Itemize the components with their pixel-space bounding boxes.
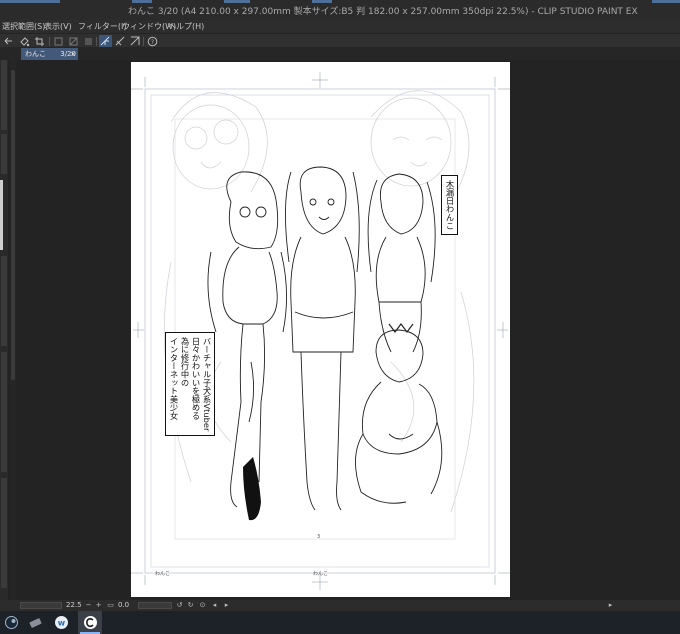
toolbar-divider: [96, 37, 97, 46]
speech-box-name[interactable]: 木漏日わんこ: [441, 175, 458, 235]
title-accent: [652, 0, 680, 3]
speech-line: バーチャル子犬系Vtuber: [202, 337, 212, 432]
next-page-icon[interactable]: ▸: [606, 601, 615, 610]
page-number: 3: [317, 534, 321, 540]
panel-scrollbar[interactable]: [10, 60, 16, 600]
clip-studio-icon[interactable]: [83, 615, 98, 630]
rotate-right-icon[interactable]: ↻: [186, 601, 195, 610]
zoom-in-icon[interactable]: +: [94, 601, 103, 610]
os-taskbar: w: [0, 611, 680, 634]
speech-line: インターネット美少女: [169, 337, 179, 420]
left-dock: [0, 60, 8, 600]
toolbar-divider: [143, 37, 144, 46]
document-tab-strip: わんこ 3/20 ×: [0, 47, 680, 60]
menu-bar: 選択範囲(S) 表示(V) フィルター(I) ウィンドウ(W) ヘルプ(H): [0, 20, 680, 33]
document-tab[interactable]: わんこ 3/20 ×: [21, 48, 78, 60]
dock-section[interactable]: [1, 352, 7, 472]
special-ruler-snap-icon[interactable]: [114, 35, 127, 47]
menu-selection[interactable]: 選択範囲(S): [2, 21, 45, 32]
speech-line: 木漏日わんこ: [445, 180, 455, 230]
page-artwork: [131, 72, 510, 590]
speech-line: 為に修行中の: [180, 337, 190, 387]
menu-help[interactable]: ヘルプ(H): [168, 21, 204, 32]
menu-view[interactable]: 表示(V): [44, 21, 72, 32]
command-bar: ?: [0, 33, 680, 47]
svg-text:?: ?: [151, 39, 154, 46]
window-title: わんこ 3/20 (A4 210.00 x 297.00mm 製本サイズ:B5 …: [128, 7, 638, 17]
dock-section[interactable]: [1, 256, 7, 346]
scrollbar-thumb[interactable]: [11, 70, 15, 380]
title-accent: [0, 0, 60, 3]
dock-section[interactable]: [1, 134, 7, 174]
footer-label-left: わんこ: [155, 571, 171, 577]
document-tab-name: わんこ: [25, 50, 46, 58]
undo-icon[interactable]: [2, 35, 15, 47]
status-bar: 22.5 − + ▭ 0.0 ↺ ↻ ⊙ ◂ ▸ ▸: [0, 600, 680, 611]
ruler-snap-icon[interactable]: [99, 35, 112, 47]
title-accent: [132, 0, 152, 3]
wacom-icon[interactable]: w: [54, 615, 69, 630]
reset-rotation-icon[interactable]: ⊙: [198, 601, 207, 610]
manga-page[interactable]: 木漏日わんこ バーチャル子犬系Vtuber 日々かわいいを極める 為に修行中の …: [131, 62, 510, 597]
crop-icon[interactable]: [33, 35, 46, 47]
title-accent: [224, 0, 250, 3]
speech-line: 日々かわいいを極める: [191, 337, 201, 420]
tablet-app-icon[interactable]: [28, 615, 43, 630]
steam-icon[interactable]: [4, 615, 19, 630]
flip-icon[interactable]: ◂: [210, 601, 219, 610]
speech-box-intro[interactable]: バーチャル子犬系Vtuber 日々かわいいを極める 為に修行中の インターネット…: [165, 332, 215, 437]
footer-label-center: わんこ: [313, 571, 329, 577]
zoom-value[interactable]: 22.5: [66, 601, 82, 609]
deselect-icon[interactable]: [82, 35, 95, 47]
menu-filter[interactable]: フィルター(I): [78, 21, 126, 32]
fit-icon[interactable]: ▭: [106, 601, 115, 610]
toolbar-divider: [49, 37, 50, 46]
rotation-slider[interactable]: [138, 602, 172, 609]
zoom-slider[interactable]: [20, 602, 62, 609]
clear-icon[interactable]: [52, 35, 65, 47]
title-bar: わんこ 3/20 (A4 210.00 x 297.00mm 製本サイズ:B5 …: [0, 0, 680, 20]
grid-snap-icon[interactable]: [129, 35, 142, 47]
dock-section[interactable]: [1, 60, 7, 130]
help-icon[interactable]: ?: [146, 35, 159, 47]
title-accent: [312, 0, 332, 3]
svg-text:w: w: [58, 619, 66, 628]
rotation-value[interactable]: 0.0: [118, 601, 129, 609]
zoom-out-icon[interactable]: −: [84, 601, 93, 610]
dock-active-marker[interactable]: [0, 180, 3, 250]
rotate-left-icon[interactable]: ↺: [175, 601, 184, 610]
transform-icon[interactable]: [67, 35, 80, 47]
flip-vertical-icon[interactable]: ▸: [222, 601, 231, 610]
fill-icon[interactable]: [18, 35, 31, 47]
dock-section[interactable]: [1, 478, 7, 588]
close-icon[interactable]: ×: [70, 48, 76, 60]
